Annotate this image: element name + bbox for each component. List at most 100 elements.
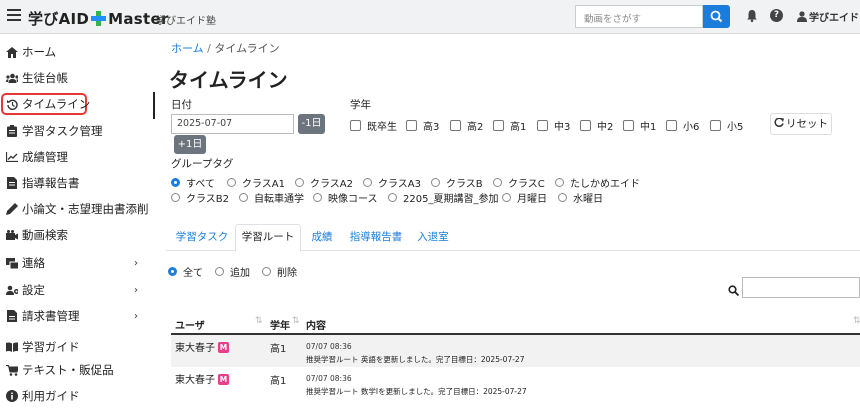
date-label: 日付: [171, 99, 192, 111]
grade-cell: 高1: [270, 344, 287, 355]
group-radio[interactable]: クラスB: [431, 175, 483, 190]
group-radio[interactable]: たしかめエイド: [555, 175, 640, 190]
sort-icon[interactable]: ⇅: [255, 316, 263, 326]
group-radio[interactable]: 映像コース: [313, 190, 378, 205]
minus-day-button[interactable]: -1日: [298, 114, 325, 134]
column-header-content[interactable]: 内容: [306, 317, 326, 332]
grade-checkbox[interactable]: 小6: [666, 118, 699, 133]
radio-dot: [168, 267, 177, 276]
group-option-label: すべて: [186, 179, 215, 190]
column-header-grade[interactable]: 学年: [270, 317, 290, 332]
group-option-label: クラスA1: [242, 179, 286, 190]
grade-checkbox[interactable]: 中3: [537, 118, 570, 133]
sidebar-item-invoices[interactable]: 請求書管理 ›: [6, 306, 138, 326]
action-radio[interactable]: 追加: [215, 264, 250, 279]
sidebar-item-contact[interactable]: 連絡 ›: [6, 253, 138, 273]
tab-study-route[interactable]: 学習ルート: [235, 224, 301, 252]
table-search-input[interactable]: [742, 277, 860, 298]
grade-checkbox[interactable]: 中2: [580, 118, 613, 133]
grade-cell: 高1: [270, 376, 287, 387]
grade-checkbox[interactable]: 高2: [450, 118, 483, 133]
user-cell[interactable]: 東大春子 M: [175, 339, 229, 354]
checkbox-box: [350, 120, 361, 131]
group-radio[interactable]: クラスA3: [363, 175, 421, 190]
video-search-input[interactable]: 動画をさがす: [575, 5, 703, 28]
grade-checkbox[interactable]: 既卒生: [350, 118, 397, 133]
group-option-label: 2205_夏期講習_参加: [403, 194, 499, 205]
grade-checkbox[interactable]: 高3: [406, 118, 439, 133]
sidebar-item-students[interactable]: 生徒台帳: [6, 68, 68, 88]
sidebar-item-textbooks[interactable]: テキスト・販促品: [6, 360, 114, 380]
group-option-label: クラスB2: [186, 194, 230, 205]
column-header-user[interactable]: ユーザ: [175, 317, 205, 332]
radio-dot: [502, 193, 511, 202]
group-option-label: クラスC: [508, 179, 545, 190]
checkbox-box: [710, 120, 721, 131]
bell-icon[interactable]: [746, 9, 758, 22]
help-icon[interactable]: ?: [770, 9, 783, 22]
app-logo[interactable]: 学びAID Master: [28, 8, 169, 29]
search-icon: [710, 10, 723, 23]
group-radio[interactable]: 月曜日: [502, 190, 547, 205]
breadcrumb: ホーム / タイムライン: [171, 40, 280, 56]
sidebar-item-label: ホーム: [22, 45, 57, 59]
tab-study-tasks[interactable]: 学習タスク: [171, 225, 233, 250]
grade-option-label: 中1: [640, 122, 657, 133]
plus-day-button[interactable]: +1日: [174, 135, 206, 154]
pen-icon: [6, 203, 18, 215]
radio-dot: [555, 178, 564, 187]
action-radio[interactable]: 削除: [262, 264, 297, 279]
tab-reports[interactable]: 指導報告書: [345, 225, 407, 250]
sidebar-item-reports[interactable]: 指導報告書: [6, 173, 80, 193]
group-radio[interactable]: クラスA1: [227, 175, 285, 190]
group-radio[interactable]: 2205_夏期講習_参加: [388, 190, 498, 205]
group-option-label: たしかめエイド: [570, 179, 640, 190]
sidebar-item-essay[interactable]: 小論文・志望理由書添削: [6, 199, 149, 219]
users-cog-icon: [6, 285, 18, 295]
sidebar-item-usage-guide[interactable]: 利用ガイド: [6, 386, 80, 406]
radio-dot: [171, 193, 180, 202]
user-menu[interactable]: 学びエイド...: [797, 9, 860, 24]
group-option-label: 自転車通学: [254, 194, 304, 205]
search-button[interactable]: [703, 5, 730, 28]
checkbox-box: [493, 120, 504, 131]
sidebar-item-timeline[interactable]: タイムライン: [6, 94, 90, 114]
page-title: タイムライン: [169, 68, 288, 92]
radio-dot: [227, 178, 236, 187]
message-icon: [6, 257, 18, 269]
group-radio[interactable]: 自転車通学: [239, 190, 304, 205]
sidebar-item-home[interactable]: ホーム: [6, 42, 56, 62]
hamburger-menu-icon[interactable]: [7, 9, 21, 21]
book-icon: [6, 342, 18, 352]
sidebar-item-settings[interactable]: 設定 ›: [6, 280, 138, 300]
sidebar-item-grades[interactable]: 成績管理: [6, 147, 68, 167]
user-name: 東大春子: [175, 375, 215, 386]
breadcrumb-home-link[interactable]: ホーム: [171, 42, 204, 55]
grade-checkbox[interactable]: 中1: [623, 118, 656, 133]
group-radio[interactable]: クラスC: [493, 175, 545, 190]
sidebar-item-task-management[interactable]: 学習タスク管理: [6, 121, 103, 141]
group-radio[interactable]: クラスB2: [171, 190, 229, 205]
radio-dot: [262, 267, 271, 276]
group-radio[interactable]: すべて: [171, 175, 215, 190]
action-option-label: 全て: [183, 268, 203, 279]
user-cell[interactable]: 東大春子 M: [175, 371, 229, 386]
sidebar-item-label: 利用ガイド: [22, 389, 80, 403]
sort-icon[interactable]: ⇅: [292, 316, 300, 326]
reset-button[interactable]: リセット: [770, 113, 832, 135]
tab-grades[interactable]: 成績: [305, 225, 339, 250]
date-input[interactable]: 2025-07-07: [171, 114, 294, 134]
grade-checkbox[interactable]: 小5: [710, 118, 743, 133]
sidebar-item-video-search[interactable]: 動画検索: [6, 225, 68, 245]
sidebar-item-study-guide[interactable]: 学習ガイド: [6, 337, 80, 357]
checkbox-box: [406, 120, 417, 131]
sort-icon[interactable]: ⇅: [853, 316, 860, 326]
sidebar-item-label: 動画検索: [22, 228, 68, 242]
action-radio[interactable]: 全て: [168, 264, 203, 279]
table-row: 東大春子 M 高1 07/07 08:36 推奨学習ルート 数学Ⅰを更新しました。…: [171, 367, 860, 399]
tab-attendance[interactable]: 入退室: [412, 225, 454, 250]
group-radio[interactable]: クラスA2: [295, 175, 353, 190]
group-radio[interactable]: 水曜日: [558, 190, 603, 205]
grade-checkbox[interactable]: 高1: [493, 118, 526, 133]
cart-icon: [6, 364, 18, 376]
